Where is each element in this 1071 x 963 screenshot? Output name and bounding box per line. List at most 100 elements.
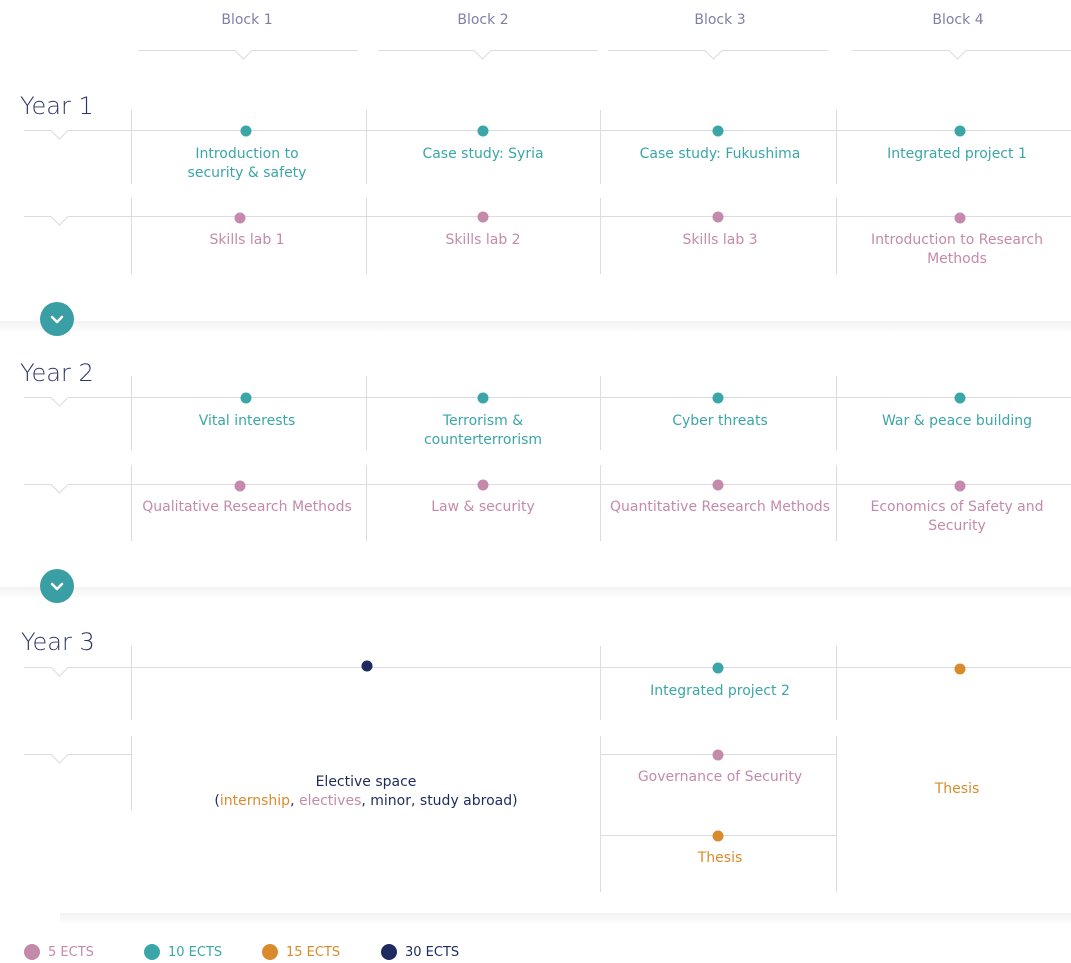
legend-item-10-ects: 10 ECTS [144, 944, 222, 960]
year-3-title: Year 3 [21, 628, 95, 656]
block-notch-4 [948, 41, 967, 60]
y2-row2-line [24, 484, 1071, 485]
divider [600, 376, 601, 450]
legend-label: 15 ECTS [286, 944, 341, 960]
course-label: Case study: Syria [422, 146, 544, 162]
legend-dot [262, 944, 278, 960]
course-label: Quantitative Research Methods [610, 499, 830, 515]
divider [836, 465, 837, 541]
elective-dot [361, 660, 373, 672]
course-label: Introduction to security & safety [187, 146, 307, 181]
block-header-4: Block 4 [932, 12, 984, 28]
legend-label: 10 ECTS [168, 944, 223, 960]
divider [366, 376, 367, 450]
divider [836, 110, 837, 184]
block-notch-3 [704, 41, 723, 60]
elective-space-details: (internship, electives, minor, study abr… [132, 792, 600, 811]
thesis-dot [712, 830, 724, 842]
thesis-dot [954, 663, 966, 675]
elective-space-title: Elective space [315, 774, 417, 790]
chevron-down-icon [50, 582, 64, 591]
legend-dot [381, 944, 397, 960]
course-label: Cyber threats [672, 413, 768, 429]
y3-row1-line [24, 667, 1071, 668]
block-header-1: Block 1 [221, 12, 273, 28]
course-label: Vital interests [198, 413, 296, 429]
year-separator-shadow [0, 321, 1071, 333]
legend-label: 5 ECTS [48, 944, 94, 960]
course-label: Integrated project 1 [887, 146, 1027, 162]
legend-item-30-ects: 30 ECTS [381, 944, 459, 960]
year-1-expand-button[interactable] [40, 302, 74, 336]
divider [836, 646, 837, 720]
electives-link[interactable]: electives [299, 793, 361, 809]
divider [366, 198, 367, 274]
divider [131, 646, 132, 720]
internship-link[interactable]: internship [220, 793, 290, 809]
course-label: Governance of Security [637, 769, 803, 785]
course-dot [712, 749, 724, 761]
course-label: Introduction to Research Methods [871, 232, 1043, 267]
divider [366, 110, 367, 184]
course-label: Skills lab 1 [209, 232, 285, 248]
course-dot [477, 211, 489, 223]
y1-row2-line [24, 216, 1071, 217]
thesis-label-block3: Thesis [697, 850, 743, 866]
legend-item-15-ects: 15 ECTS [262, 944, 340, 960]
year-1-title: Year 1 [20, 92, 94, 120]
legend-label: 30 ECTS [405, 944, 460, 960]
course-label: Skills lab 2 [445, 232, 521, 248]
course-dot [240, 392, 252, 404]
elective-separator: , [290, 793, 299, 809]
course-label: Qualitative Research Methods [142, 499, 352, 515]
chevron-down-icon [50, 315, 64, 324]
course-dot [954, 392, 966, 404]
divider [131, 198, 132, 274]
block-notch-2 [473, 41, 492, 60]
course-label: War & peace building [881, 413, 1032, 429]
legend-dot [24, 944, 40, 960]
elective-rest: , minor, study abroad) [361, 793, 518, 809]
y3-row1-notch [50, 658, 69, 677]
divider [600, 465, 601, 541]
y1-row1-notch [50, 121, 69, 140]
legend-item-5-ects: 5 ECTS [24, 944, 94, 960]
year-separator-shadow [0, 587, 1071, 599]
divider [836, 736, 837, 892]
year-2-expand-button[interactable] [40, 569, 74, 603]
block-notch-1 [234, 41, 253, 60]
y3-row2-line [24, 754, 131, 755]
course-dot [954, 480, 966, 492]
y1-row2-notch [50, 207, 69, 226]
course-dot [712, 211, 724, 223]
course-label: Case study: Fukushima [639, 146, 801, 162]
divider [836, 376, 837, 450]
course-dot [712, 392, 724, 404]
y2-row2-notch [50, 475, 69, 494]
course-dot [477, 479, 489, 491]
divider [600, 736, 601, 892]
divider [366, 465, 367, 541]
course-label: Skills lab 3 [682, 232, 758, 248]
thesis-label-block4: Thesis [934, 781, 980, 797]
year-2-title: Year 2 [20, 359, 94, 387]
block-header-2: Block 2 [457, 12, 509, 28]
divider [131, 110, 132, 184]
course-dot [477, 125, 489, 137]
legend-dot [144, 944, 160, 960]
divider [600, 110, 601, 184]
y1-row1-line [24, 130, 1071, 131]
divider [836, 198, 837, 274]
divider [600, 198, 601, 274]
course-dot [234, 480, 246, 492]
course-dot [477, 392, 489, 404]
course-dot [954, 125, 966, 137]
course-dot [712, 125, 724, 137]
course-dot [712, 479, 724, 491]
y2-row1-line [24, 397, 1071, 398]
course-dot [712, 662, 724, 674]
divider [131, 376, 132, 450]
y3-row2-notch [50, 745, 69, 764]
divider [131, 465, 132, 541]
divider [600, 646, 601, 720]
